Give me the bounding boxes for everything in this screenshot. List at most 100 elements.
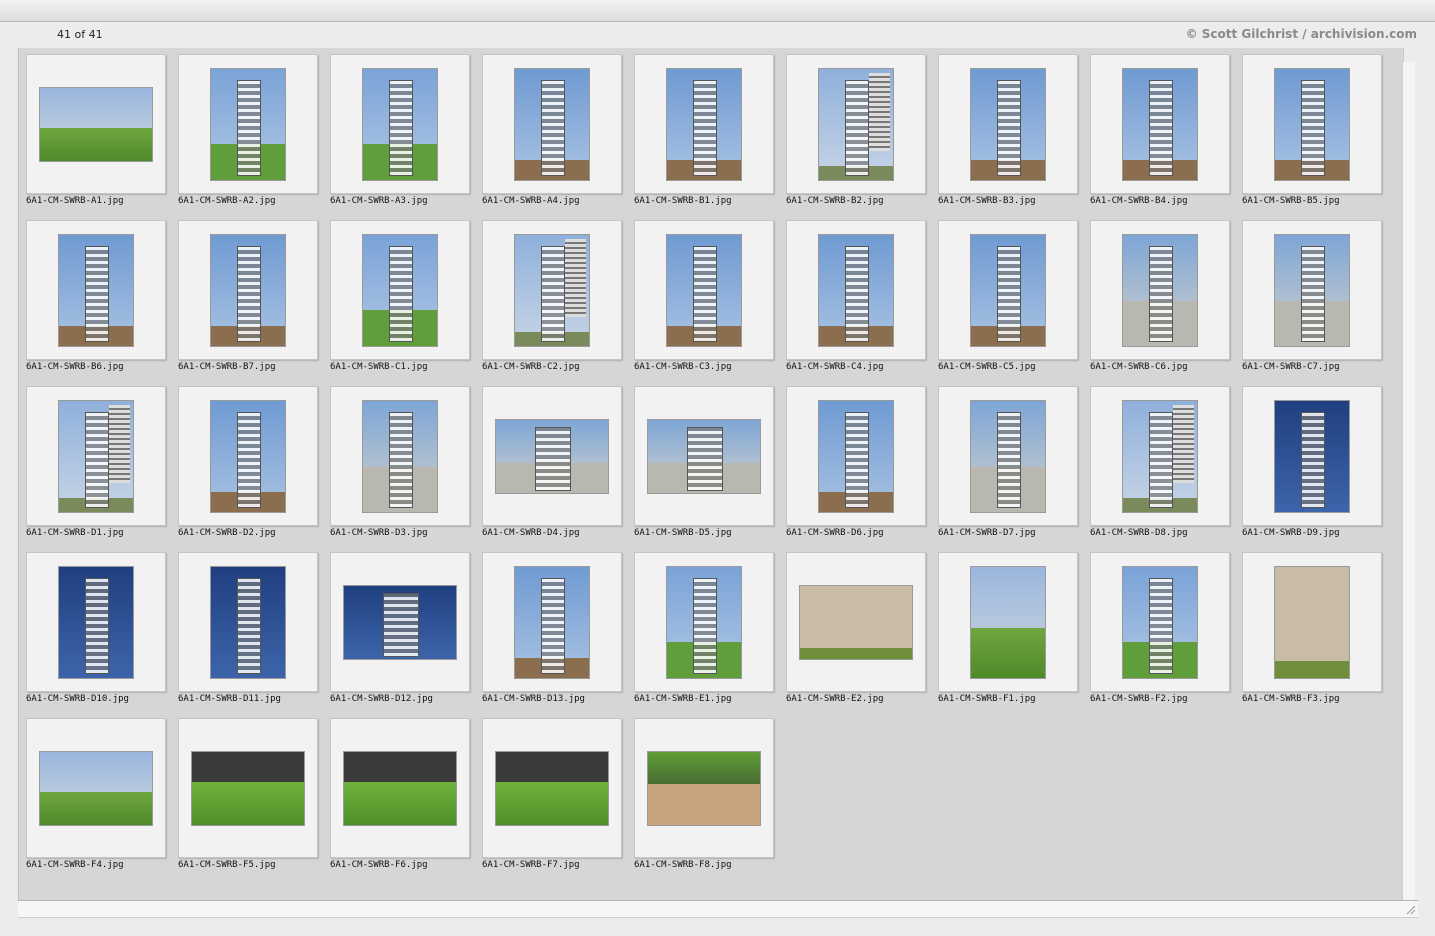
thumbnail-item[interactable]: 6A1-CM-SWRB-C1.jpg [330,220,482,386]
thumbnail-item[interactable]: 6A1-CM-SWRB-A1.jpg [26,54,178,220]
thumbnail-item[interactable]: 6A1-CM-SWRB-D8.jpg [1090,386,1242,552]
thumbnail-image[interactable] [210,399,286,513]
thumbnail-image[interactable] [514,233,590,347]
thumbnail-frame[interactable] [1090,54,1230,194]
thumbnail-item[interactable]: 6A1-CM-SWRB-F3.jpg [1242,552,1394,718]
thumbnail-image[interactable] [343,584,457,660]
resize-grip-icon[interactable] [1404,903,1416,915]
thumbnail-frame[interactable] [786,552,926,692]
thumbnail-frame[interactable] [178,220,318,360]
thumbnail-frame[interactable] [786,386,926,526]
thumbnail-frame[interactable] [938,552,1078,692]
thumbnail-image[interactable] [362,399,438,513]
thumbnail-image[interactable] [191,750,305,826]
thumbnail-item[interactable]: 6A1-CM-SWRB-D6.jpg [786,386,938,552]
thumbnail-item[interactable]: 6A1-CM-SWRB-C3.jpg [634,220,786,386]
thumbnail-image[interactable] [1274,565,1350,679]
thumbnail-item[interactable]: 6A1-CM-SWRB-C2.jpg [482,220,634,386]
thumbnail-frame[interactable] [330,220,470,360]
thumbnail-image[interactable] [647,418,761,494]
thumbnail-image[interactable] [1274,67,1350,181]
thumbnail-frame[interactable] [1242,220,1382,360]
thumbnail-item[interactable]: 6A1-CM-SWRB-F4.jpg [26,718,178,884]
thumbnail-item[interactable]: 6A1-CM-SWRB-C7.jpg [1242,220,1394,386]
thumbnail-frame[interactable] [178,718,318,858]
thumbnail-item[interactable]: 6A1-CM-SWRB-D12.jpg [330,552,482,718]
thumbnail-frame[interactable] [26,718,166,858]
thumbnail-image[interactable] [514,67,590,181]
vertical-scrollbar[interactable] [1402,62,1415,900]
thumbnail-image[interactable] [1122,233,1198,347]
thumbnail-item[interactable]: 6A1-CM-SWRB-C4.jpg [786,220,938,386]
thumbnail-frame[interactable] [1242,552,1382,692]
thumbnail-image[interactable] [39,750,153,826]
thumbnail-image[interactable] [210,565,286,679]
thumbnail-frame[interactable] [634,552,774,692]
thumbnail-image[interactable] [514,565,590,679]
thumbnail-image[interactable] [970,233,1046,347]
thumbnail-frame[interactable] [786,220,926,360]
thumbnail-item[interactable]: 6A1-CM-SWRB-A2.jpg [178,54,330,220]
thumbnail-image[interactable] [495,418,609,494]
thumbnail-image[interactable] [970,399,1046,513]
thumbnail-frame[interactable] [634,220,774,360]
thumbnail-image[interactable] [1122,67,1198,181]
thumbnail-frame[interactable] [1090,386,1230,526]
thumbnail-image[interactable] [210,67,286,181]
thumbnail-image[interactable] [666,233,742,347]
thumbnail-image[interactable] [666,565,742,679]
thumbnail-frame[interactable] [26,552,166,692]
thumbnail-frame[interactable] [482,54,622,194]
thumbnail-image[interactable] [1122,565,1198,679]
thumbnail-frame[interactable] [634,718,774,858]
thumbnail-frame[interactable] [330,54,470,194]
thumbnail-item[interactable]: 6A1-CM-SWRB-D1.jpg [26,386,178,552]
thumbnail-image[interactable] [58,233,134,347]
thumbnail-image[interactable] [1274,399,1350,513]
thumbnail-image[interactable] [58,399,134,513]
thumbnail-frame[interactable] [634,386,774,526]
thumbnail-item[interactable]: 6A1-CM-SWRB-B1.jpg [634,54,786,220]
thumbnail-image[interactable] [970,565,1046,679]
thumbnail-frame[interactable] [482,386,622,526]
thumbnail-image[interactable] [666,67,742,181]
thumbnail-image[interactable] [210,233,286,347]
thumbnail-image[interactable] [799,584,913,660]
thumbnail-item[interactable]: 6A1-CM-SWRB-D5.jpg [634,386,786,552]
thumbnail-frame[interactable] [482,220,622,360]
thumbnail-frame[interactable] [786,54,926,194]
thumbnail-frame[interactable] [330,552,470,692]
thumbnail-image[interactable] [818,67,894,181]
thumbnail-image[interactable] [343,750,457,826]
thumbnail-image[interactable] [362,233,438,347]
thumbnail-item[interactable]: 6A1-CM-SWRB-B4.jpg [1090,54,1242,220]
thumbnail-image[interactable] [818,233,894,347]
thumbnail-item[interactable]: 6A1-CM-SWRB-F1.jpg [938,552,1090,718]
thumbnail-frame[interactable] [178,54,318,194]
thumbnail-frame[interactable] [482,718,622,858]
thumbnail-frame[interactable] [26,54,166,194]
horizontal-scrollbar[interactable] [18,900,1418,918]
thumbnail-item[interactable]: 6A1-CM-SWRB-E1.jpg [634,552,786,718]
thumbnail-image[interactable] [818,399,894,513]
thumbnail-item[interactable]: 6A1-CM-SWRB-F6.jpg [330,718,482,884]
thumbnail-item[interactable]: 6A1-CM-SWRB-A3.jpg [330,54,482,220]
thumbnail-frame[interactable] [26,220,166,360]
thumbnail-frame[interactable] [1242,386,1382,526]
thumbnail-frame[interactable] [1090,220,1230,360]
thumbnail-item[interactable]: 6A1-CM-SWRB-B7.jpg [178,220,330,386]
thumbnail-item[interactable]: 6A1-CM-SWRB-C6.jpg [1090,220,1242,386]
thumbnail-image[interactable] [495,750,609,826]
thumbnail-image[interactable] [647,750,761,826]
thumbnail-frame[interactable] [938,54,1078,194]
thumbnail-item[interactable]: 6A1-CM-SWRB-A4.jpg [482,54,634,220]
thumbnail-frame[interactable] [1090,552,1230,692]
thumbnail-item[interactable]: 6A1-CM-SWRB-F7.jpg [482,718,634,884]
thumbnail-item[interactable]: 6A1-CM-SWRB-D10.jpg [26,552,178,718]
thumbnail-frame[interactable] [482,552,622,692]
thumbnail-item[interactable]: 6A1-CM-SWRB-D4.jpg [482,386,634,552]
thumbnail-item[interactable]: 6A1-CM-SWRB-C5.jpg [938,220,1090,386]
thumbnail-item[interactable]: 6A1-CM-SWRB-D9.jpg [1242,386,1394,552]
thumbnail-item[interactable]: 6A1-CM-SWRB-B6.jpg [26,220,178,386]
thumbnail-frame[interactable] [938,386,1078,526]
